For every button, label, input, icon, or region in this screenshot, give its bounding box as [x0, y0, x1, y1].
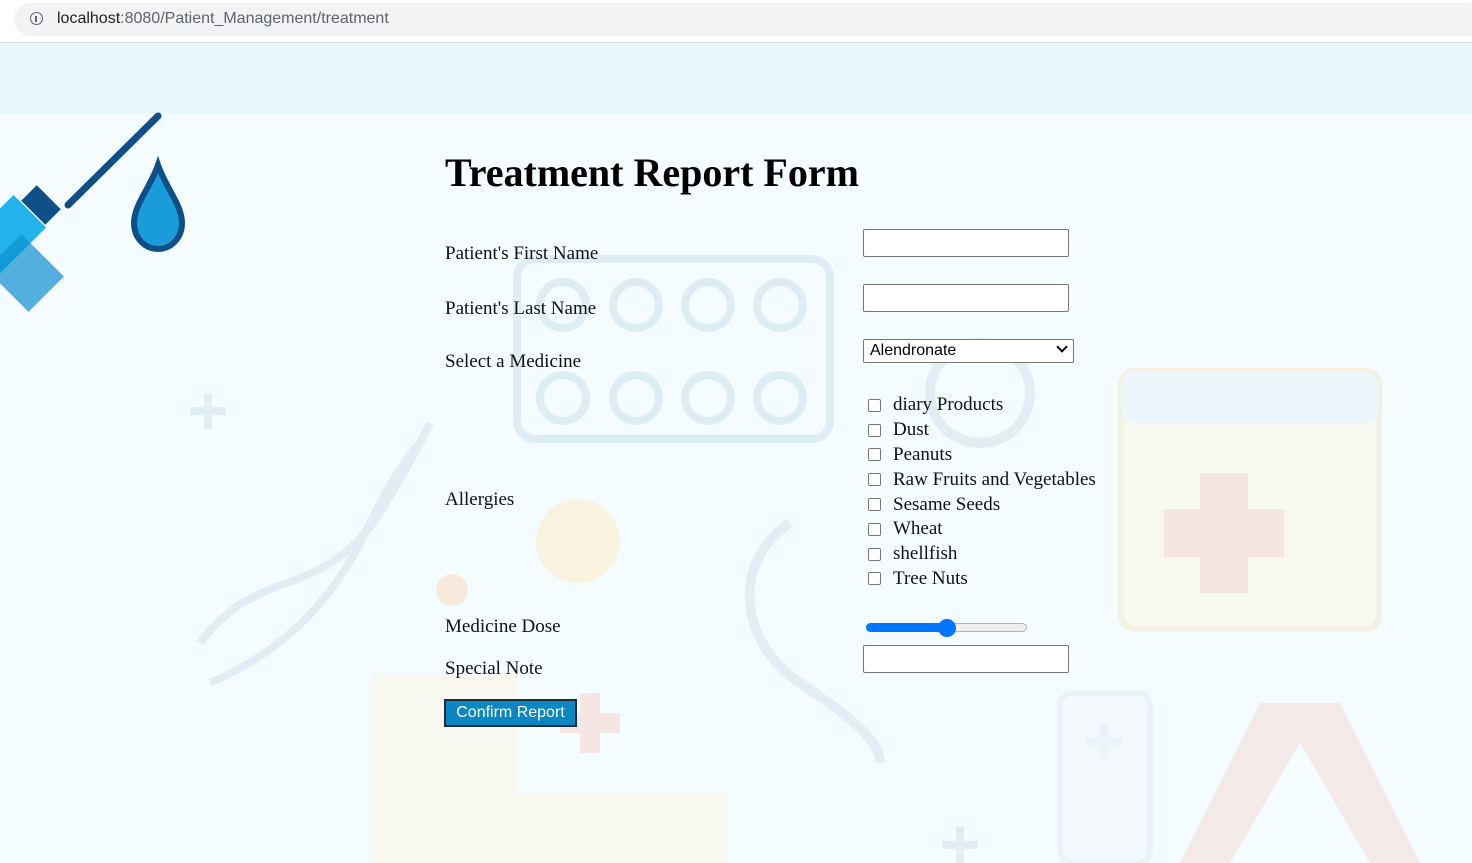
confirm-report-button[interactable]: Confirm Report [444, 699, 577, 727]
last-name-input[interactable] [863, 284, 1069, 312]
chevron-down-icon [1056, 341, 1068, 353]
url-host: localhost [57, 10, 121, 27]
allergies-label: Allergies [445, 489, 515, 510]
special-note-label: Special Note [445, 658, 543, 679]
circle-decoration [436, 574, 468, 606]
medicine-label: Select a Medicine [445, 351, 582, 372]
drop-icon [130, 155, 186, 253]
allergy-option[interactable]: Wheat [868, 517, 1096, 542]
medicine-bottle-icon [1057, 690, 1153, 863]
allergy-option-label: Raw Fruits and Vegetables [893, 468, 1096, 490]
allergies-checkbox-group: diary Products Dust Peanuts Raw Fruits a… [868, 393, 1096, 591]
first-name-label: Patient's First Name [445, 243, 599, 264]
page-content: Treatment Report Form Patient's First Na… [0, 43, 1472, 863]
allergy-option-label: Wheat [893, 518, 943, 540]
allergy-option-label: Peanuts [893, 443, 953, 465]
dna-icon [196, 421, 434, 687]
medicine-select[interactable]: Alendronate [863, 339, 1074, 363]
allergy-option[interactable]: Tree Nuts [868, 567, 1096, 592]
allergy-option[interactable]: Peanuts [868, 443, 1096, 468]
allergy-option[interactable]: Dust [868, 418, 1096, 443]
allergy-option-label: diary Products [893, 394, 1004, 416]
url-field[interactable]: localhost:8080/Patient_Management/treatm… [14, 3, 1472, 36]
info-icon[interactable] [30, 12, 43, 25]
slider-thumb[interactable] [938, 619, 956, 637]
url-path: :8080/Patient_Management/treatment [120, 10, 389, 27]
checkbox[interactable] [868, 398, 881, 412]
allergy-option[interactable]: shellfish [868, 542, 1096, 567]
pill-pack-icon [513, 255, 834, 443]
slider-fill [866, 623, 947, 632]
checkbox[interactable] [868, 498, 881, 512]
allergy-option[interactable]: Raw Fruits and Vegetables [868, 467, 1096, 492]
calendar-icon [1118, 368, 1382, 632]
checkbox[interactable] [868, 448, 881, 462]
allergy-option-label: Tree Nuts [893, 567, 968, 589]
medicine-selected-value: Alendronate [870, 342, 957, 359]
ribbon-icon [1180, 703, 1420, 863]
allergy-option-label: shellfish [893, 543, 958, 565]
checkbox[interactable] [868, 473, 881, 487]
checkbox[interactable] [868, 522, 881, 536]
circle-decoration [536, 499, 620, 583]
allergy-option-label: Dust [893, 419, 929, 441]
allergy-option[interactable]: diary Products [868, 393, 1096, 418]
browser-address-bar: localhost:8080/Patient_Management/treatm… [0, 0, 1472, 43]
last-name-label: Patient's Last Name [445, 298, 597, 319]
medicine-dose-label: Medicine Dose [445, 616, 561, 637]
allergy-option-label: Sesame Seeds [893, 493, 1001, 515]
first-name-input[interactable] [863, 229, 1069, 257]
checkbox[interactable] [868, 572, 881, 586]
medicine-dose-slider[interactable] [866, 619, 1027, 637]
plus-icon [190, 393, 978, 863]
special-note-input[interactable] [863, 645, 1069, 673]
checkbox[interactable] [868, 423, 881, 437]
form-title: Treatment Report Form [445, 150, 859, 195]
url-text[interactable]: localhost:8080/Patient_Management/treatm… [57, 10, 389, 28]
allergy-option[interactable]: Sesame Seeds [868, 492, 1096, 517]
checkbox[interactable] [868, 547, 881, 561]
